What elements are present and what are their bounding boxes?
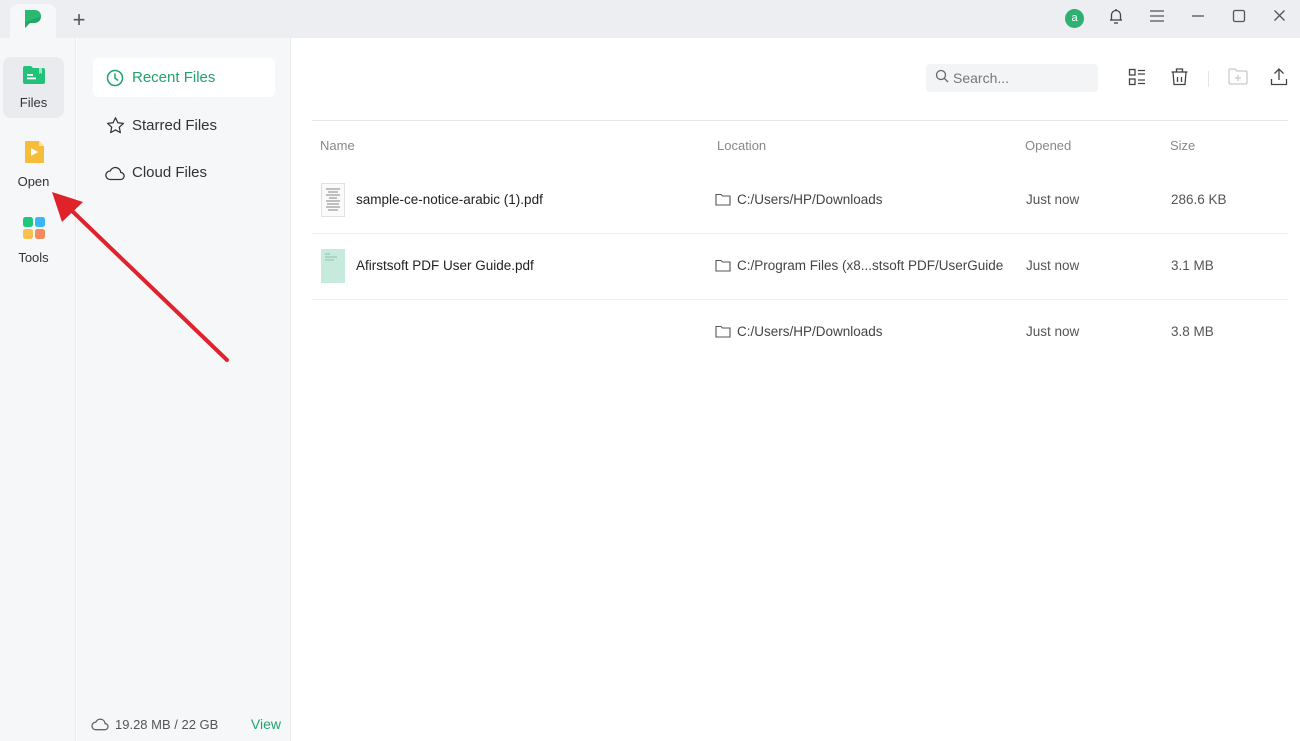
file-location: C:/Program Files (x8...stsoft PDF/UserGu… xyxy=(715,258,1003,273)
new-folder-icon xyxy=(1228,68,1248,90)
pdf-thumbnail-icon xyxy=(321,183,345,217)
star-icon xyxy=(105,116,125,136)
file-size: 3.8 MB xyxy=(1171,324,1214,339)
menu-icon xyxy=(1149,9,1165,28)
toolbar-divider xyxy=(1208,71,1209,87)
file-location: C:/Users/HP/Downloads xyxy=(715,324,883,339)
trash-button[interactable] xyxy=(1166,66,1192,92)
rail-item-files[interactable]: Files xyxy=(3,57,64,118)
file-size: 3.1 MB xyxy=(1171,258,1214,273)
title-bar: + a xyxy=(0,0,1300,38)
folder-icon xyxy=(715,259,731,272)
nav-label: Recent Files xyxy=(132,69,216,86)
account-button[interactable]: a xyxy=(1054,0,1095,36)
list-view-button[interactable] xyxy=(1124,66,1150,92)
close-button[interactable] xyxy=(1259,0,1300,36)
file-opened: Just now xyxy=(1026,192,1080,207)
new-tab-button[interactable]: + xyxy=(66,7,92,32)
cloud-storage-usage: 19.28 MB / 22 GB View xyxy=(91,713,281,735)
close-icon xyxy=(1273,9,1286,27)
files-subnav: Recent Files Starred Files Cloud Files 1… xyxy=(77,38,291,741)
rail-item-open[interactable]: Open xyxy=(3,134,64,195)
folder-icon xyxy=(715,325,731,338)
new-folder-button[interactable] xyxy=(1225,66,1251,92)
file-opened: Just now xyxy=(1026,324,1080,339)
nav-recent-files[interactable]: Recent Files xyxy=(93,58,275,97)
upload-icon xyxy=(1270,67,1288,91)
location-text: C:/Users/HP/Downloads xyxy=(737,324,883,339)
nav-cloud-files[interactable]: Cloud Files xyxy=(93,153,275,192)
maximize-button[interactable] xyxy=(1218,0,1259,36)
file-location: C:/Users/HP/Downloads xyxy=(715,192,883,207)
table-row[interactable]: C:/Users/HP/Downloads Just now 3.8 MB xyxy=(312,300,1288,366)
column-header-name[interactable]: Name xyxy=(320,138,355,153)
clock-icon xyxy=(105,68,125,88)
search-input[interactable] xyxy=(953,70,1083,86)
maximize-icon xyxy=(1232,9,1246,28)
left-rail: Files Open Tools xyxy=(0,38,76,741)
nav-starred-files[interactable]: Starred Files xyxy=(93,106,275,145)
nav-label: Starred Files xyxy=(132,117,218,134)
upload-button[interactable] xyxy=(1266,66,1292,92)
file-name: sample-ce-notice-arabic (1).pdf xyxy=(356,192,543,207)
view-storage-link[interactable]: View xyxy=(251,716,281,732)
column-header-location[interactable]: Location xyxy=(717,138,766,153)
location-text: C:/Program Files (x8...stsoft PDF/UserGu… xyxy=(737,258,1004,273)
notifications-button[interactable] xyxy=(1095,0,1136,36)
location-text: C:/Users/HP/Downloads xyxy=(737,192,883,207)
avatar: a xyxy=(1065,8,1084,28)
file-size: 286.6 KB xyxy=(1171,192,1227,207)
list-view-icon xyxy=(1128,68,1146,91)
rail-item-label: Open xyxy=(17,174,50,189)
app-window: + a Files Open Tools Recent Files Starre… xyxy=(0,0,1300,741)
nav-label: Cloud Files xyxy=(132,164,208,181)
pdf-thumbnail-icon xyxy=(321,249,345,283)
file-name: Afirstsoft PDF User Guide.pdf xyxy=(356,258,534,273)
rail-item-tools[interactable]: Tools xyxy=(3,210,64,271)
folder-icon xyxy=(715,193,731,206)
search-box[interactable] xyxy=(926,64,1098,92)
cloud-icon xyxy=(105,163,125,183)
rail-item-label: Files xyxy=(19,95,48,110)
table-header: Name Location Opened Size xyxy=(312,120,1288,168)
column-header-size[interactable]: Size xyxy=(1170,138,1195,153)
minimize-button[interactable] xyxy=(1177,0,1218,36)
table-row[interactable]: Afirstsoft PDF User Guide.pdf C:/Program… xyxy=(312,234,1288,300)
bell-icon xyxy=(1107,7,1125,30)
file-opened: Just now xyxy=(1026,258,1080,273)
search-icon xyxy=(935,69,949,88)
files-folder-icon xyxy=(22,65,46,90)
main-menu-button[interactable] xyxy=(1136,0,1177,36)
minimize-icon xyxy=(1191,9,1205,28)
table-row[interactable]: sample-ce-notice-arabic (1).pdf C:/Users… xyxy=(312,168,1288,234)
home-tab[interactable] xyxy=(10,4,56,38)
tools-grid-icon xyxy=(22,216,46,245)
cloud-icon xyxy=(91,717,109,731)
storage-usage-text: 19.28 MB / 22 GB xyxy=(115,716,219,732)
rail-item-label: Tools xyxy=(18,250,49,265)
trash-icon xyxy=(1170,67,1189,91)
app-logo-icon xyxy=(22,8,44,35)
column-header-opened[interactable]: Opened xyxy=(1025,138,1071,153)
recent-files-table: Name Location Opened Size sample-ce-noti… xyxy=(312,120,1288,366)
main-content: Name Location Opened Size sample-ce-noti… xyxy=(292,38,1300,741)
open-file-icon xyxy=(23,140,45,169)
